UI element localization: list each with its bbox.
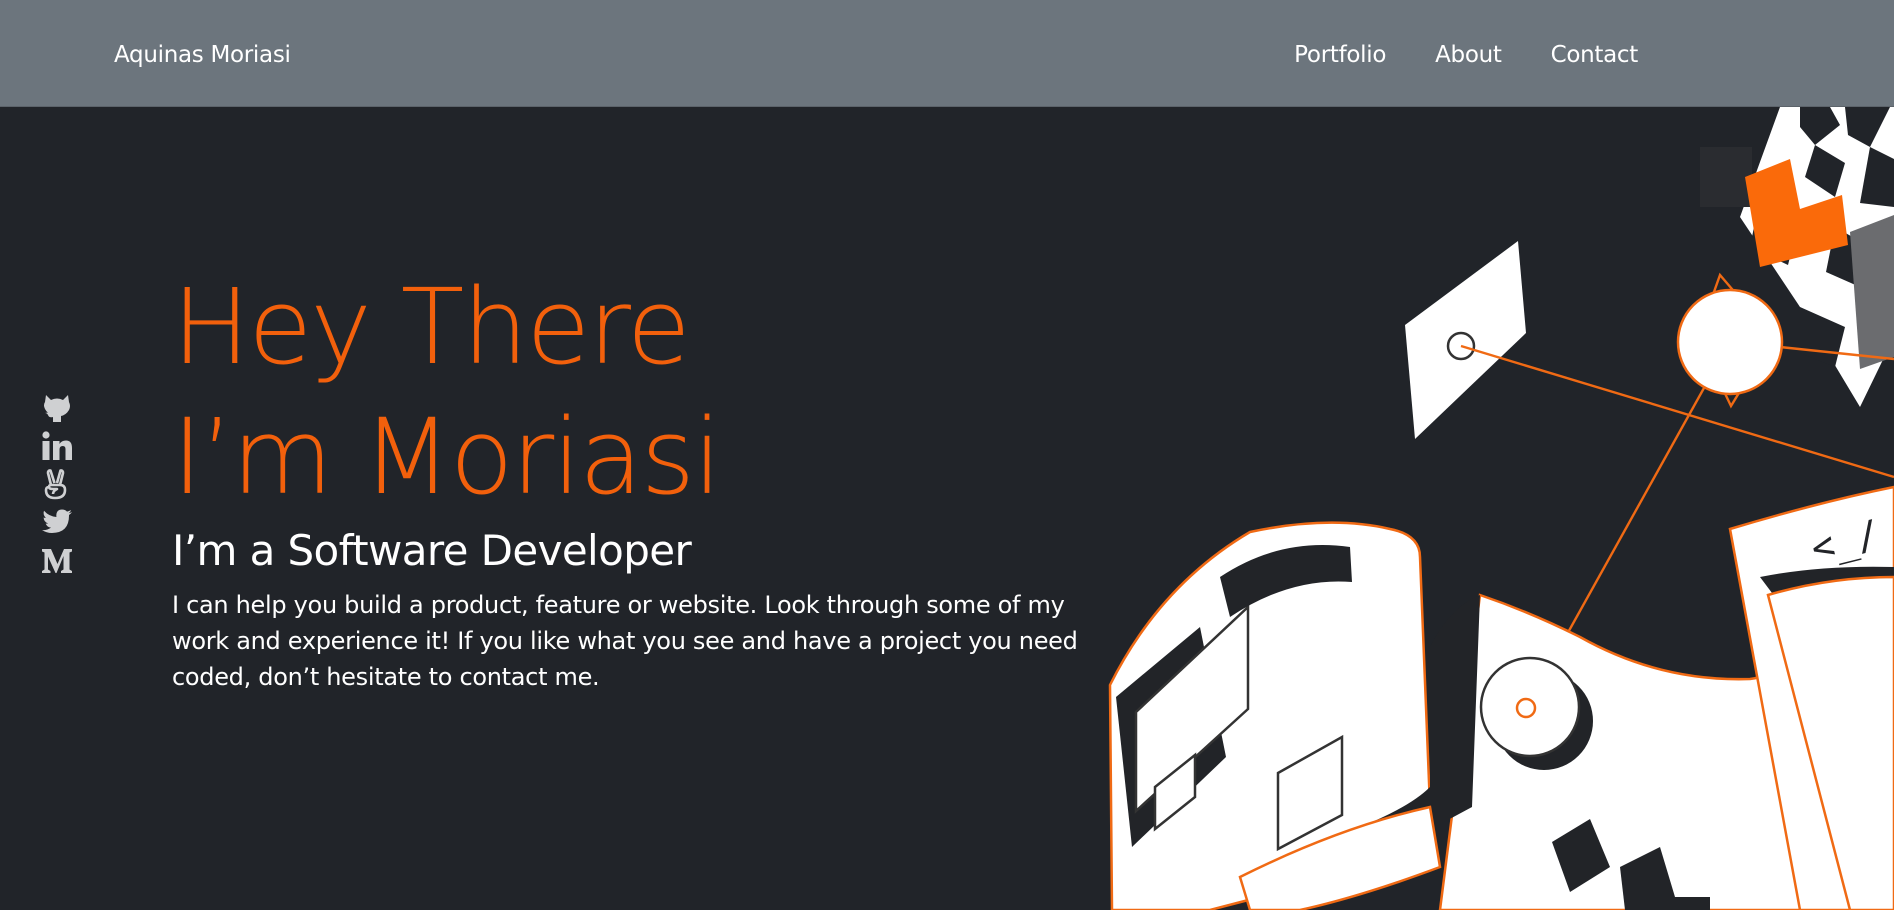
navbar: Aquinas Moriasi Portfolio About Contact	[0, 0, 1894, 107]
hero-illustration: <_/	[1108, 107, 1894, 910]
angellist-icon	[44, 469, 67, 500]
github-link[interactable]	[40, 391, 74, 425]
linkedin-icon	[42, 431, 72, 460]
hero-title-line-1: Hey There	[172, 266, 691, 388]
angellist-link[interactable]	[40, 467, 74, 501]
nav-links: Portfolio About Contact	[1294, 41, 1638, 69]
twitter-link[interactable]	[40, 505, 74, 539]
nav-link-portfolio[interactable]: Portfolio	[1294, 41, 1386, 69]
hero-title: Hey There I’m Moriasi	[172, 262, 722, 522]
linkedin-link[interactable]	[40, 429, 74, 463]
small-white-circle	[1479, 656, 1581, 758]
nav-link-contact[interactable]: Contact	[1551, 41, 1639, 69]
floating-card	[1405, 241, 1526, 439]
social-links	[40, 391, 74, 577]
github-icon	[44, 395, 70, 422]
twitter-icon	[42, 509, 72, 533]
medium-link[interactable]	[40, 543, 74, 577]
hero-description: I can help you build a product, feature …	[172, 591, 1078, 691]
hero-subtitle: I’m a Software Developer	[172, 526, 692, 575]
brand-link[interactable]: Aquinas Moriasi	[114, 41, 291, 69]
medium-icon	[42, 549, 72, 573]
nav-link-about[interactable]: About	[1435, 41, 1502, 69]
hero-title-line-2: I’m Moriasi	[172, 396, 722, 518]
big-white-circle	[1676, 288, 1784, 396]
